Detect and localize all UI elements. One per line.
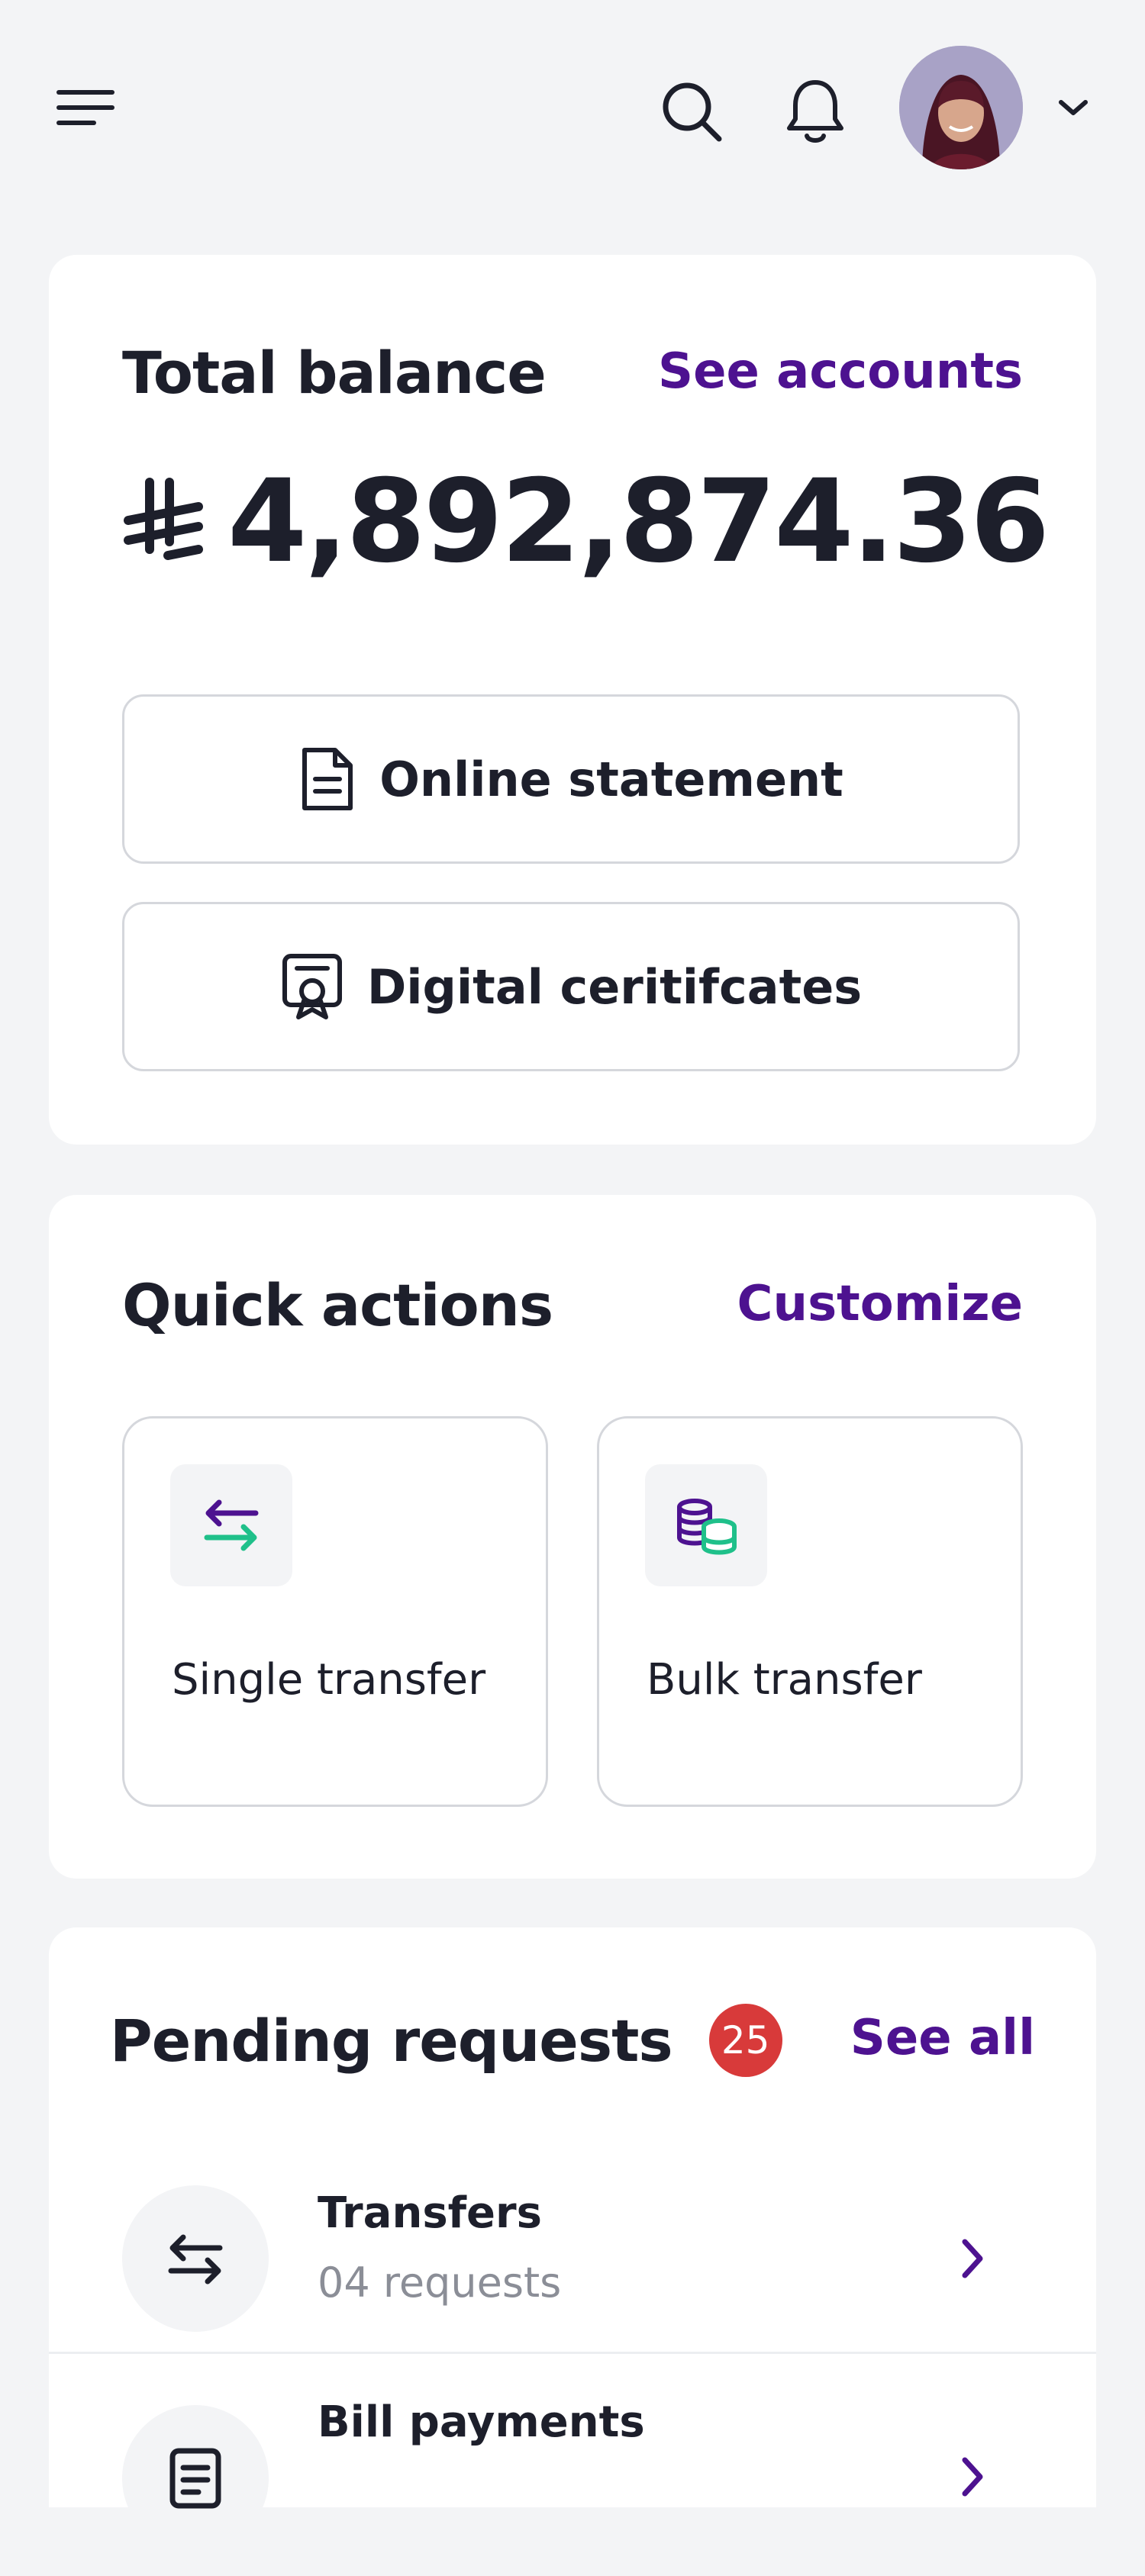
pending-count-badge: 25 <box>708 2004 782 2077</box>
certificate-icon <box>282 954 342 1019</box>
profile-dropdown-button[interactable] <box>1050 89 1096 127</box>
customize-link[interactable]: Customize <box>737 1276 1023 1332</box>
pending-requests-card: Pending requests 25 See all Transfers 04… <box>49 1927 1096 2552</box>
row-divider <box>49 2352 1096 2354</box>
digital-certificates-button[interactable]: Digital ceritifcates <box>122 902 1020 1071</box>
document-icon <box>302 748 353 810</box>
see-all-link[interactable]: See all <box>850 2010 1035 2066</box>
avatar[interactable] <box>899 46 1023 169</box>
receipt-icon <box>169 2448 221 2509</box>
bulk-transfer-label: Bulk transfer <box>647 1655 922 1705</box>
bill-payments-icon-circle <box>122 2405 269 2552</box>
avatar-image <box>899 46 1023 169</box>
online-statement-button[interactable]: Online statement <box>122 694 1020 864</box>
chevron-right-icon <box>962 2457 983 2497</box>
bell-icon <box>787 80 843 143</box>
menu-button[interactable] <box>46 76 122 137</box>
pending-item-transfers[interactable]: Transfers 04 requests <box>49 2149 1096 2370</box>
bill-payments-title: Bill payments <box>318 2397 645 2447</box>
transfers-icon-circle <box>122 2185 269 2332</box>
transfers-title: Transfers <box>318 2188 542 2238</box>
see-accounts-link[interactable]: See accounts <box>658 343 1023 400</box>
pending-title: Pending requests <box>110 2006 673 2075</box>
single-transfer-label: Single transfer <box>172 1655 486 1705</box>
transfers-subtitle: 04 requests <box>318 2259 562 2307</box>
balance-amount-row: 4,892,874.36 <box>122 456 1050 588</box>
pending-header: Pending requests 25 <box>110 2004 782 2077</box>
transfer-arrows-icon <box>168 2234 223 2285</box>
balance-title: Total balance <box>122 339 547 407</box>
quick-actions-card: Quick actions Customize Single transfer … <box>49 1195 1096 1879</box>
chevron-down-icon <box>1059 100 1088 115</box>
coins-stack-icon <box>677 1499 737 1555</box>
bulk-transfer-tile[interactable]: Bulk transfer <box>597 1416 1023 1807</box>
bill-payments-chevron <box>942 2446 1003 2507</box>
balance-card: Total balance See accounts 4,892,874.36 … <box>49 255 1096 1145</box>
search-button[interactable] <box>653 73 730 150</box>
online-statement-label: Online statement <box>379 751 843 807</box>
balance-amount: 4,892,874.36 <box>227 456 1050 588</box>
search-icon <box>663 82 722 142</box>
single-transfer-tile[interactable]: Single transfer <box>122 1416 548 1807</box>
transfer-arrows-icon <box>204 1499 259 1551</box>
pending-item-bill-payments[interactable]: Bill payments <box>49 2355 1096 2576</box>
quick-actions-title: Quick actions <box>122 1271 553 1339</box>
riyal-currency-icon <box>124 478 203 560</box>
notifications-button[interactable] <box>777 73 853 150</box>
bulk-transfer-icon-box <box>645 1464 767 1586</box>
digital-certificates-label: Digital ceritifcates <box>366 958 863 1015</box>
single-transfer-icon-box <box>170 1464 292 1586</box>
transfers-chevron <box>942 2228 1003 2289</box>
hamburger-icon <box>56 90 114 125</box>
chevron-right-icon <box>962 2239 983 2278</box>
